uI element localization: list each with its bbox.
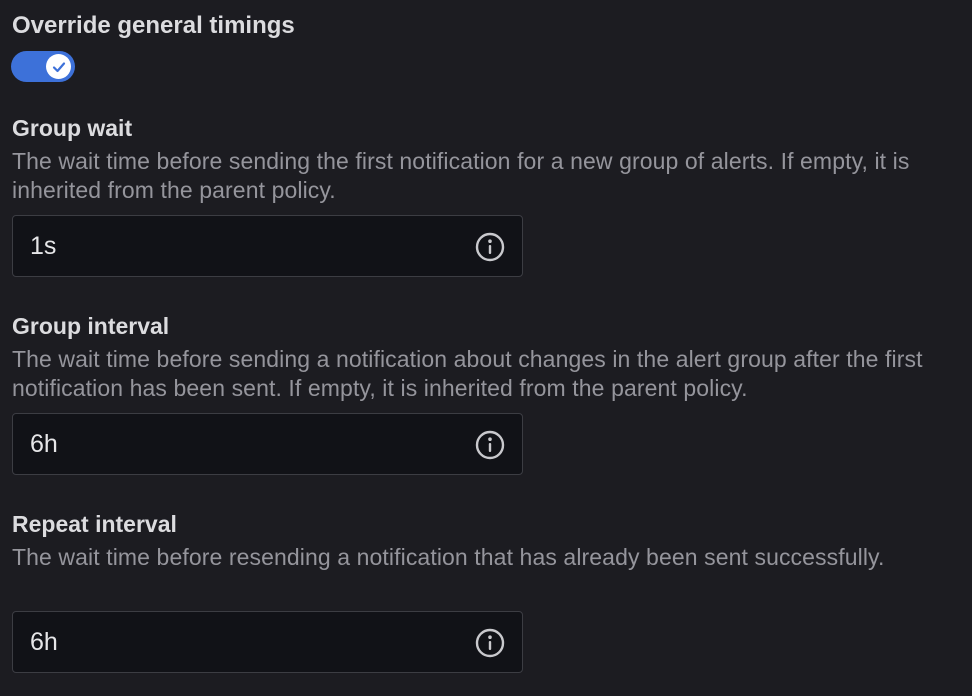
group-interval-input[interactable]: 6h [12,413,523,475]
group-wait-input[interactable]: 1s [12,215,523,277]
repeat-interval-field: Repeat interval The wait time before res… [12,509,962,673]
override-toggle-label: Override general timings [12,12,295,39]
group-interval-label: Group interval [12,313,170,339]
group-interval-description: The wait time before sending a notificat… [12,346,923,401]
info-icon[interactable] [474,231,506,263]
check-icon [52,61,65,72]
group-interval-field: Group interval The wait time before send… [12,311,962,475]
group-wait-description: The wait time before sending the first n… [12,148,910,203]
group-interval-value[interactable]: 6h [30,414,58,474]
info-icon[interactable] [474,627,506,659]
repeat-interval-input[interactable]: 6h [12,611,523,673]
group-wait-field: Group wait The wait time before sending … [12,113,962,277]
group-wait-label: Group wait [12,115,133,141]
info-icon[interactable] [474,429,506,461]
repeat-interval-label: Repeat interval [12,511,177,537]
repeat-interval-value[interactable]: 6h [30,612,58,672]
timing-options-form: Override general timings Group wait The … [0,0,972,696]
override-timings-toggle[interactable] [11,51,75,82]
toggle-knob [46,54,71,79]
repeat-interval-description: The wait time before resending a notific… [12,544,885,570]
group-wait-value[interactable]: 1s [30,216,56,276]
